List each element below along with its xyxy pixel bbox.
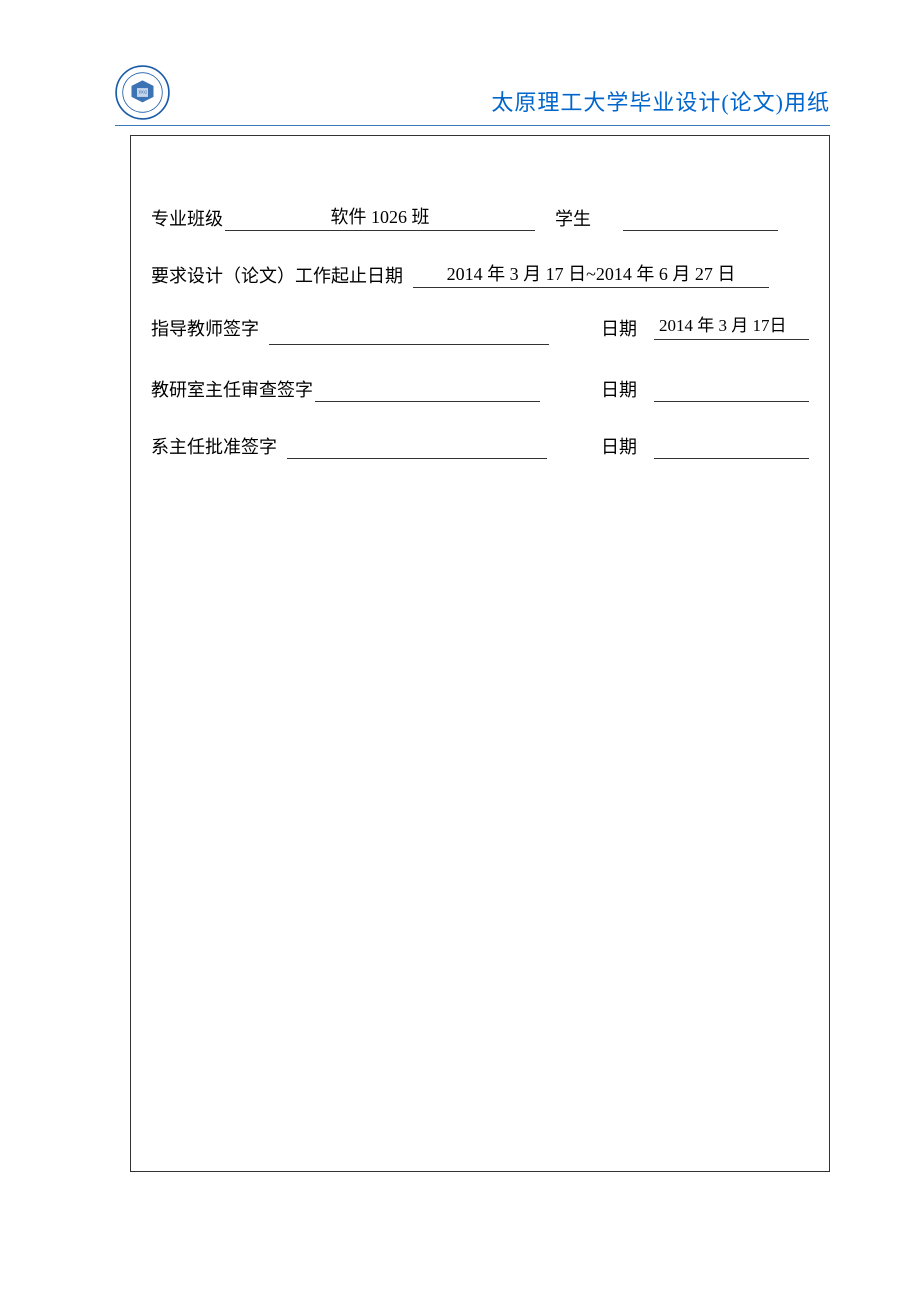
label-advisor-date: 日期	[601, 315, 639, 341]
form-container: 专业班级 软件 1026 班 学生 要求设计（论文）工作起止日期 2014 年 …	[130, 135, 830, 1172]
label-student: 学生	[555, 205, 593, 231]
row-advisor-sign: 指导教师签字 日期 2014 年 3 月 17日	[151, 310, 809, 345]
field-dean-sign	[287, 435, 547, 459]
value-major-class: 软件 1026 班	[225, 203, 535, 229]
page-header-title: 太原理工大学毕业设计(论文)用纸	[491, 85, 830, 117]
field-student	[623, 207, 778, 231]
field-major-class: 软件 1026 班	[225, 207, 535, 231]
row-dean-sign: 系主任批准签字 日期	[151, 424, 809, 459]
label-office-head-date: 日期	[601, 376, 639, 402]
field-work-dates: 2014 年 3 月 17 日~2014 年 6 月 27 日	[413, 264, 769, 288]
form-content: 专业班级 软件 1026 班 学生 要求设计（论文）工作起止日期 2014 年 …	[131, 136, 829, 501]
label-work-dates: 要求设计（论文）工作起止日期	[151, 262, 405, 288]
label-advisor-sign: 指导教师签字	[151, 315, 261, 341]
value-work-dates: 2014 年 3 月 17 日~2014 年 6 月 27 日	[413, 260, 769, 286]
value-advisor-date: 2014 年 3 月 17日	[654, 315, 809, 339]
row-work-dates: 要求设计（论文）工作起止日期 2014 年 3 月 17 日~2014 年 6 …	[151, 253, 809, 288]
field-office-head-sign	[315, 378, 540, 402]
university-logo-icon: 1902	[115, 65, 170, 120]
label-major-class: 专业班级	[151, 205, 225, 231]
label-dean-date: 日期	[601, 433, 639, 459]
field-dean-date	[654, 435, 809, 459]
row-major-class: 专业班级 软件 1026 班 学生	[151, 196, 809, 231]
svg-text:1902: 1902	[138, 90, 147, 95]
page-header: 1902 太原理工大学毕业设计(论文)用纸	[115, 65, 830, 125]
row-office-head-sign: 教研室主任审查签字 日期	[151, 367, 809, 402]
label-office-head-sign: 教研室主任审查签字	[151, 376, 315, 402]
header-divider	[115, 125, 830, 126]
field-office-head-date	[654, 378, 809, 402]
field-advisor-sign	[269, 321, 549, 345]
label-dean-sign: 系主任批准签字	[151, 433, 279, 459]
